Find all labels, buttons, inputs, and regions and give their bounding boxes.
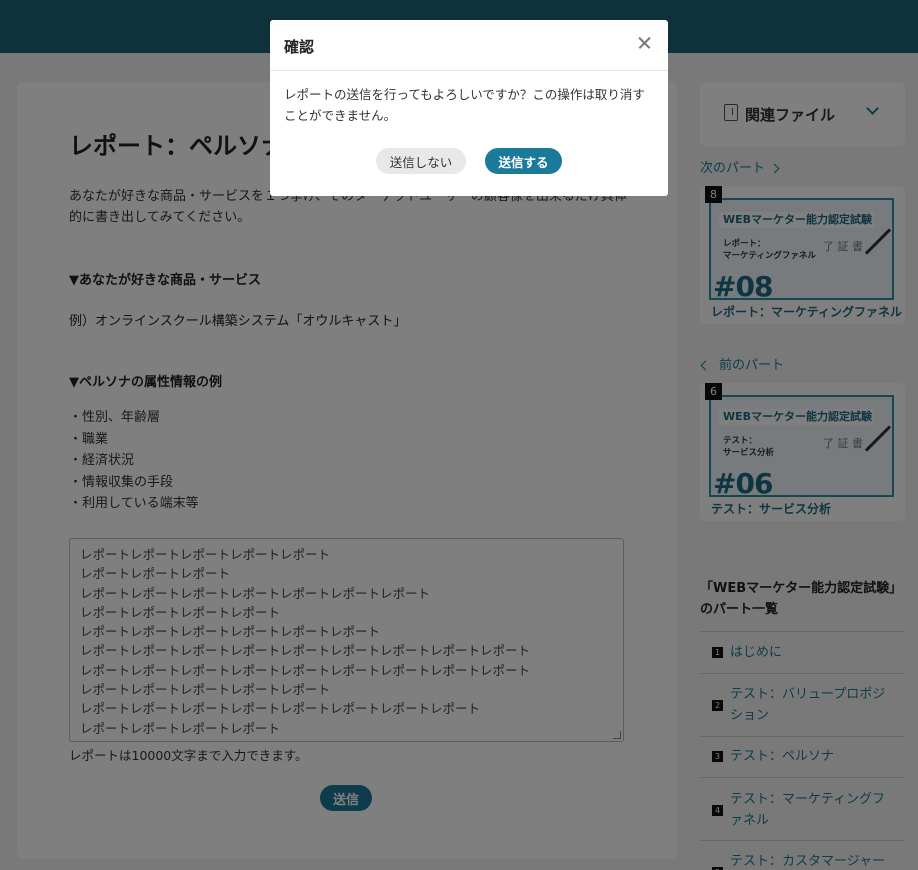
dialog-header: 確認 — [270, 20, 668, 71]
close-icon[interactable] — [634, 32, 656, 54]
dialog-title: 確認 — [284, 38, 315, 56]
confirm-send-button[interactable]: 送信する — [485, 148, 562, 174]
cancel-button[interactable]: 送信しない — [376, 148, 466, 174]
confirm-dialog: 確認 レポートの送信を行ってもよろしいですか？この操作は取り消すことができません… — [270, 20, 668, 196]
dialog-message: レポートの送信を行ってもよろしいですか？この操作は取り消すことができません。 — [284, 87, 645, 123]
